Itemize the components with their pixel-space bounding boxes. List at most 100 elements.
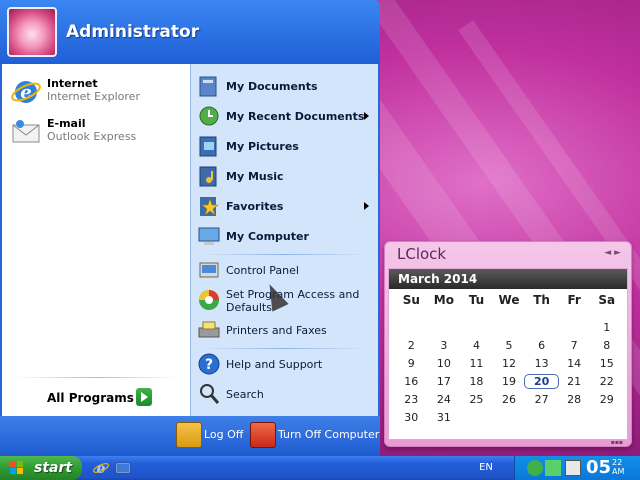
place-label: My Computer: [226, 230, 309, 243]
calendar-day: [558, 321, 591, 334]
all-programs-button[interactable]: All Programs: [47, 391, 134, 405]
favorites-icon: [200, 197, 219, 216]
system-control-panel[interactable]: Control Panel: [197, 256, 375, 284]
calendar-day[interactable]: 6: [525, 339, 558, 352]
pinned-internet-subtitle: Internet Explorer: [47, 90, 140, 103]
search[interactable]: Search: [197, 380, 375, 408]
help-and-support[interactable]: ? Help and Support: [197, 350, 375, 378]
lclock-widget[interactable]: LClock ◄ ► March 2014 Su Mo Tu We Th Fr …: [384, 241, 632, 447]
calendar-week-row: 9 10 11 12 13 14 15: [395, 357, 623, 370]
calendar-day[interactable]: 15: [590, 357, 623, 370]
messenger-tray-icon[interactable]: [527, 460, 543, 476]
clock-period: AM: [612, 467, 625, 476]
calendar-day[interactable]: 3: [428, 339, 461, 352]
calendar-day[interactable]: 11: [460, 357, 493, 370]
calendar-day[interactable]: 14: [558, 357, 591, 370]
windows-flag-icon: [10, 461, 23, 474]
start-button[interactable]: start: [0, 456, 82, 480]
weekday-label: Th: [533, 293, 550, 307]
control-panel-icon: [199, 262, 219, 278]
calendar-day[interactable]: 25: [460, 393, 493, 406]
app-tray-icon[interactable]: [565, 460, 581, 476]
internet-explorer-icon: e: [11, 81, 41, 103]
place-label: My Documents: [226, 80, 318, 93]
calendar-day[interactable]: 18: [460, 375, 493, 388]
calendar-week-row: 16 17 18 19 20 21 22: [395, 374, 623, 389]
calendar-day[interactable]: 27: [525, 393, 558, 406]
user-name: Administrator: [66, 22, 200, 42]
clock-hour[interactable]: 05: [586, 457, 611, 478]
calendar-day[interactable]: 22: [590, 375, 623, 388]
start-menu: Administrator e Internet Internet Explor…: [0, 0, 380, 456]
language-indicator[interactable]: EN: [472, 456, 500, 480]
calendar-day: [525, 321, 558, 334]
calendar-day[interactable]: 2: [395, 339, 428, 352]
help-label: Search: [226, 388, 264, 401]
calendar-day[interactable]: 9: [395, 357, 428, 370]
recent-documents-icon: [199, 106, 219, 126]
calendar-day[interactable]: 1: [590, 321, 623, 334]
start-menu-footer: Log Off Turn Off Computer: [0, 416, 380, 456]
calendar-day[interactable]: 24: [428, 393, 461, 406]
power-icon: [250, 422, 276, 448]
calendar-day: [590, 411, 623, 424]
right-pane-separator: [199, 348, 369, 349]
calendar-day[interactable]: 26: [493, 393, 526, 406]
place-label: My Pictures: [226, 140, 299, 153]
calendar-day[interactable]: 10: [428, 357, 461, 370]
right-pane-separator: [199, 254, 369, 255]
weekday-label: Tu: [468, 293, 485, 307]
system-printers-faxes[interactable]: Printers and Faxes: [197, 316, 375, 344]
place-my-documents[interactable]: My Documents: [197, 72, 375, 100]
calendar-day[interactable]: 12: [493, 357, 526, 370]
network-tray-icon[interactable]: [545, 460, 561, 476]
start-menu-left-pane: e Internet Internet Explorer E-mail Outl…: [2, 64, 190, 416]
calendar-day: [428, 321, 461, 334]
calendar-day: [460, 411, 493, 424]
log-off-button[interactable]: Log Off: [176, 422, 246, 448]
weekday-label: Mo: [433, 293, 454, 307]
calendar-day[interactable]: 16: [395, 375, 428, 388]
place-my-pictures[interactable]: My Pictures: [197, 132, 375, 160]
calendar-day[interactable]: 4: [460, 339, 493, 352]
clock-minute: 22: [612, 458, 623, 467]
calendar-day[interactable]: 31: [428, 411, 461, 424]
music-folder-icon: [199, 166, 217, 187]
user-avatar[interactable]: [7, 7, 57, 57]
clock-minute-period[interactable]: 22 AM: [612, 458, 624, 476]
weekday-label: Sa: [598, 293, 616, 307]
calendar-day[interactable]: 5: [493, 339, 526, 352]
calendar-day[interactable]: 7: [558, 339, 591, 352]
lclock-resize-grip[interactable]: ▪▪▪: [611, 439, 623, 446]
quicklaunch-show-desktop-icon[interactable]: [114, 459, 132, 477]
calendar-day[interactable]: 23: [395, 393, 428, 406]
place-label: My Recent Documents: [226, 110, 365, 123]
pinned-email-title: E-mail: [47, 117, 86, 130]
pinned-email-subtitle: Outlook Express: [47, 130, 137, 143]
calendar-day[interactable]: 21: [558, 375, 591, 388]
calendar-day[interactable]: 13: [525, 357, 558, 370]
start-menu-header: Administrator: [0, 0, 380, 64]
calendar-day[interactable]: 28: [558, 393, 591, 406]
calendar-day[interactable]: 8: [590, 339, 623, 352]
calendar-day[interactable]: 17: [428, 375, 461, 388]
quicklaunch-internet-explorer-icon[interactable]: e: [92, 459, 110, 477]
all-programs-arrow-icon[interactable]: [136, 388, 152, 406]
calendar-day[interactable]: 20: [524, 374, 559, 389]
lclock-nav-arrows[interactable]: ◄ ►: [604, 248, 621, 258]
place-favorites[interactable]: Favorites: [197, 192, 375, 220]
pinned-internet[interactable]: e Internet Internet Explorer: [10, 74, 186, 108]
place-my-music[interactable]: My Music: [197, 162, 375, 190]
calendar-day[interactable]: 19: [493, 375, 526, 388]
start-label: start: [34, 460, 73, 476]
turn-off-button[interactable]: Turn Off Computer: [250, 422, 379, 448]
pinned-email[interactable]: E-mail Outlook Express: [10, 114, 186, 148]
calendar-day[interactable]: 30: [395, 411, 428, 424]
weekday-label: We: [498, 293, 520, 307]
place-my-computer[interactable]: My Computer: [197, 222, 375, 250]
weekday-label: Su: [402, 293, 420, 307]
log-off-label: Log Off: [204, 428, 244, 441]
calendar-day[interactable]: 29: [590, 393, 623, 406]
calendar-day: [525, 411, 558, 424]
place-my-recent-documents[interactable]: My Recent Documents: [197, 102, 375, 130]
